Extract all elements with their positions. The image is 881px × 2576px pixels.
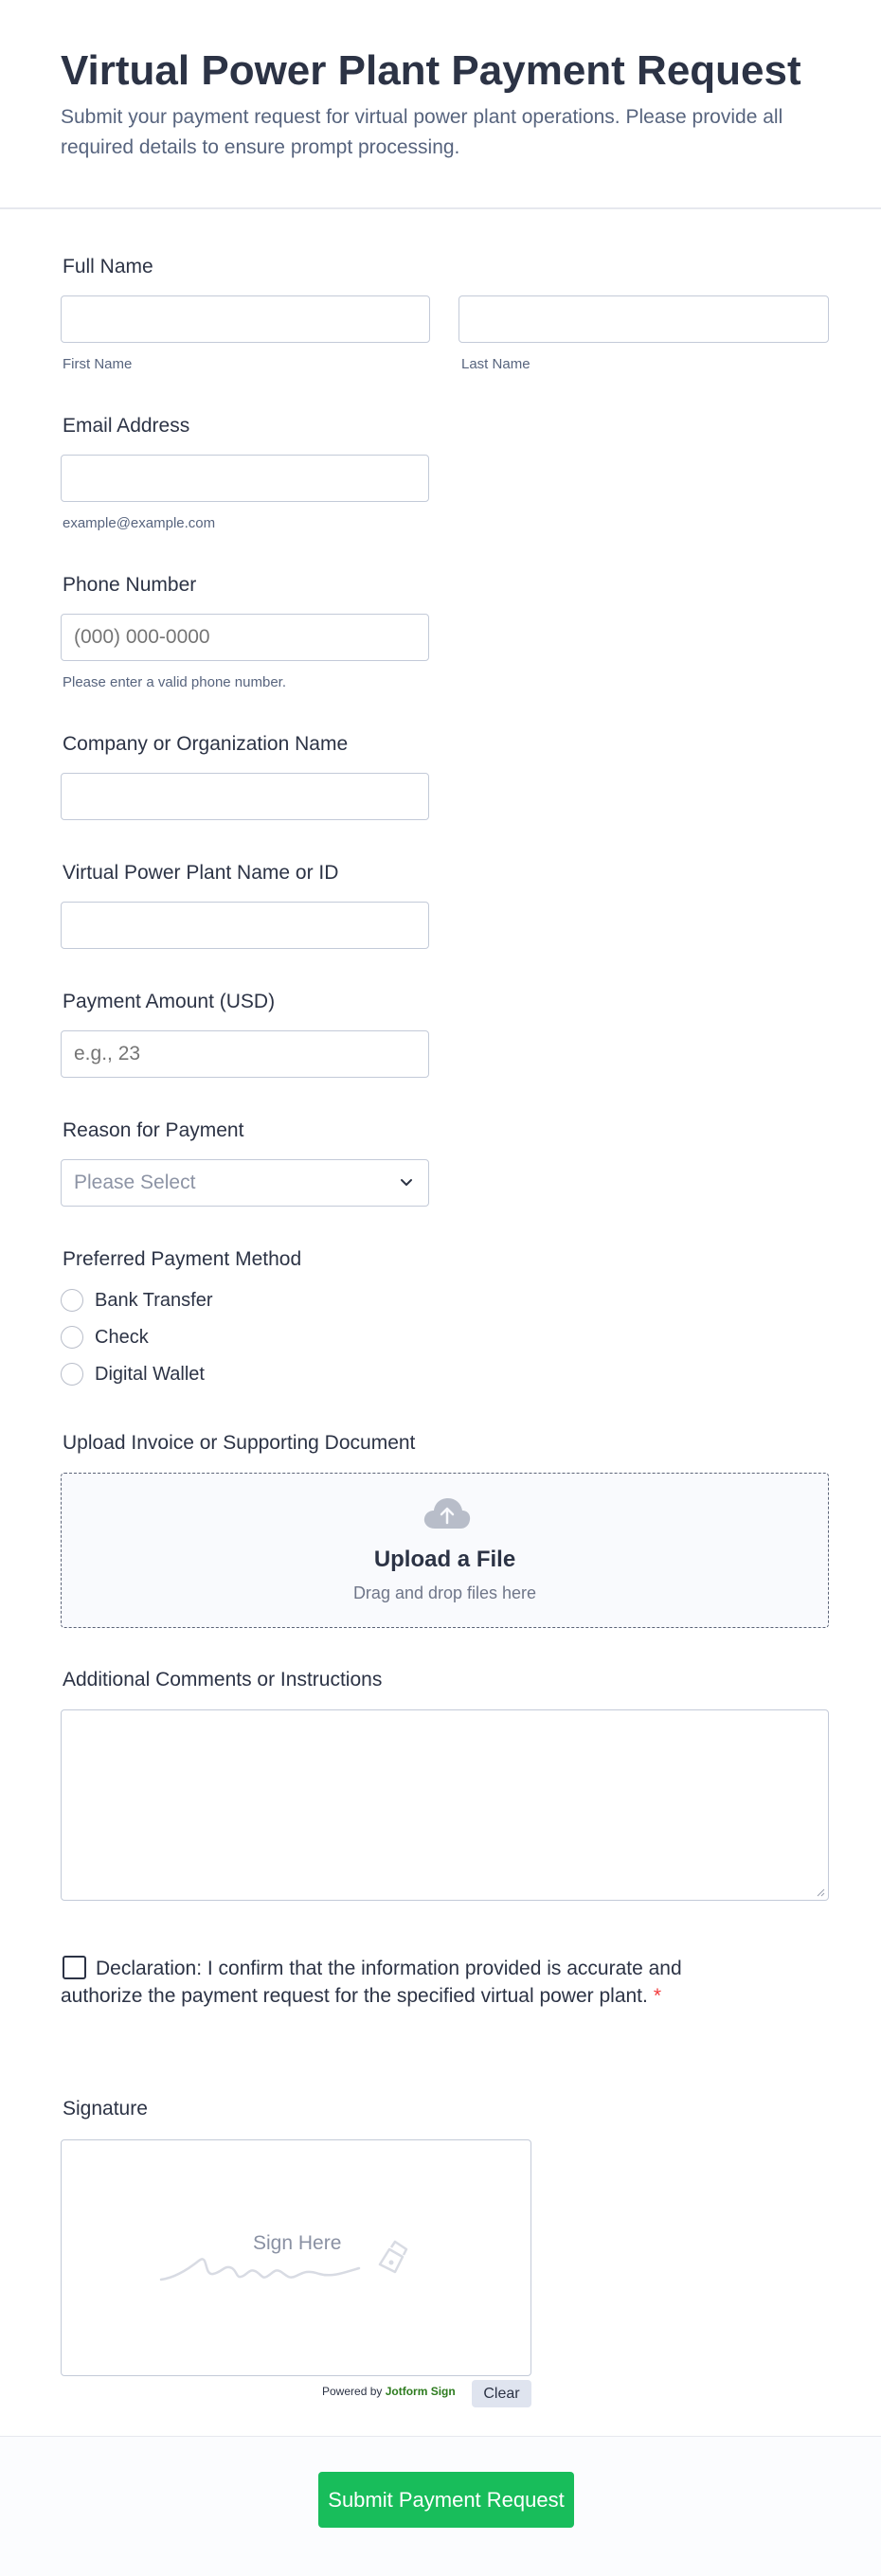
radio-option-bank-transfer[interactable]: Bank Transfer bbox=[61, 1286, 213, 1315]
radio-label: Digital Wallet bbox=[95, 1363, 205, 1385]
first-name-input[interactable] bbox=[61, 295, 430, 343]
first-name-sublabel: First Name bbox=[63, 356, 133, 372]
company-label: Company or Organization Name bbox=[63, 733, 349, 755]
reason-label: Reason for Payment bbox=[63, 1119, 244, 1141]
page-title: Virtual Power Plant Payment Request bbox=[61, 47, 801, 94]
phone-label: Phone Number bbox=[63, 574, 197, 596]
clear-signature-button[interactable]: Clear bbox=[472, 2380, 531, 2407]
upload-title: Upload a File bbox=[373, 1547, 516, 1572]
vpp-name-input[interactable] bbox=[61, 902, 429, 949]
required-mark: * bbox=[653, 1985, 662, 2007]
jotform-sign-brand[interactable]: Jotform Sign bbox=[386, 2385, 456, 2398]
pen-icon bbox=[378, 2240, 408, 2274]
signature-label: Signature bbox=[63, 2098, 148, 2120]
phone-input[interactable] bbox=[61, 614, 429, 661]
reason-select-value: Please Select bbox=[74, 1172, 196, 1193]
comments-label: Additional Comments or Instructions bbox=[63, 1669, 383, 1690]
form-header: Virtual Power Plant Payment Request Subm… bbox=[0, 0, 881, 209]
upload-label: Upload Invoice or Supporting Document bbox=[63, 1432, 416, 1454]
full-name-label: Full Name bbox=[63, 256, 153, 277]
email-label: Email Address bbox=[63, 415, 190, 437]
company-input[interactable] bbox=[61, 773, 429, 820]
radio-button[interactable] bbox=[61, 1289, 83, 1312]
upload-cloud-icon bbox=[423, 1498, 471, 1529]
chevron-down-icon bbox=[401, 1179, 412, 1186]
file-upload-dropzone[interactable]: Upload a File Drag and drop files here bbox=[61, 1473, 829, 1628]
form-page: Virtual Power Plant Payment Request Subm… bbox=[0, 0, 881, 2576]
payment-amount-label: Payment Amount (USD) bbox=[63, 991, 276, 1012]
reason-select[interactable]: Please Select bbox=[61, 1159, 429, 1207]
powered-by: Powered by Jotform Sign bbox=[322, 2385, 456, 2398]
vpp-name-label: Virtual Power Plant Name or ID bbox=[63, 862, 339, 884]
radio-button[interactable] bbox=[61, 1326, 83, 1349]
radio-label: Check bbox=[95, 1326, 149, 1348]
page-subtitle: Submit your payment request for virtual … bbox=[61, 106, 783, 158]
sign-here-placeholder: Sign Here bbox=[253, 2232, 342, 2254]
last-name-sublabel: Last Name bbox=[461, 356, 530, 372]
radio-label: Bank Transfer bbox=[95, 1289, 213, 1311]
radio-option-check[interactable]: Check bbox=[61, 1323, 149, 1351]
powered-by-text: Powered by bbox=[322, 2385, 383, 2398]
declaration-checkbox[interactable] bbox=[63, 1956, 86, 1979]
email-sublabel: example@example.com bbox=[63, 515, 216, 531]
radio-button[interactable] bbox=[61, 1363, 83, 1386]
radio-option-digital-wallet[interactable]: Digital Wallet bbox=[61, 1360, 205, 1388]
resize-grip-icon[interactable] bbox=[816, 1887, 825, 1897]
comments-textarea[interactable] bbox=[61, 1709, 829, 1901]
declaration: Declaration: I confirm that the informat… bbox=[61, 1955, 724, 2010]
upload-subtitle: Drag and drop files here bbox=[352, 1583, 537, 1602]
payment-method-label: Preferred Payment Method bbox=[63, 1248, 302, 1270]
payment-amount-input[interactable] bbox=[61, 1030, 429, 1078]
phone-sublabel: Please enter a valid phone number. bbox=[63, 674, 286, 690]
email-input[interactable] bbox=[61, 455, 429, 502]
signature-pad[interactable]: Sign Here bbox=[61, 2139, 531, 2376]
submit-button[interactable]: Submit Payment Request bbox=[318, 2472, 574, 2528]
declaration-text: Declaration: I confirm that the informat… bbox=[61, 1958, 682, 2007]
last-name-input[interactable] bbox=[458, 295, 829, 343]
